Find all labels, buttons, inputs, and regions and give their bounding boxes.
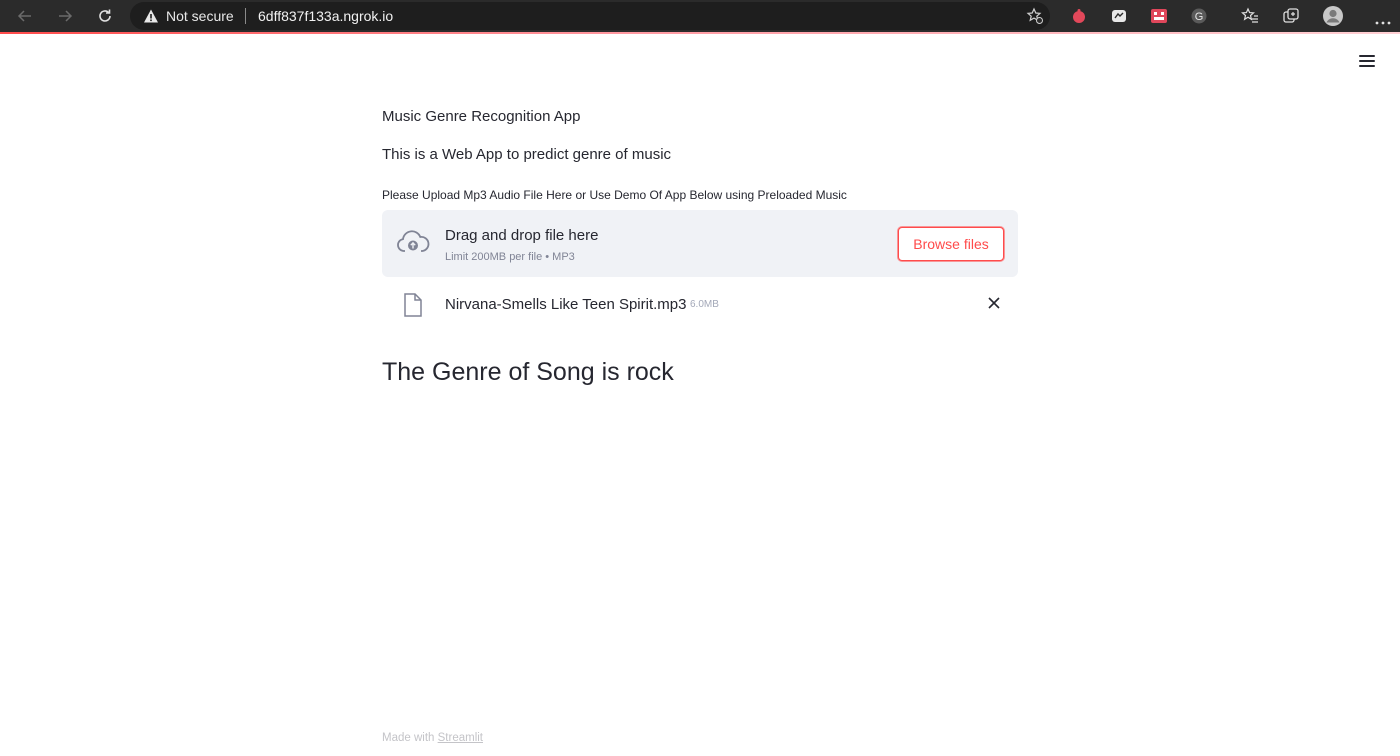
app-description: This is a Web App to predict genre of mu… <box>382 146 672 163</box>
file-dropzone[interactable]: Drag and drop file here Limit 200MB per … <box>382 210 1018 277</box>
svg-text:G: G <box>1195 11 1204 23</box>
uploaded-file-item: Nirvana-Smells Like Teen Spirit.mp3 6.0M… <box>382 290 1018 322</box>
warning-icon[interactable] <box>143 8 159 24</box>
streamlit-link[interactable]: Streamlit <box>438 732 483 744</box>
uploaded-file-size: 6.0MB <box>690 299 719 310</box>
extension-icon[interactable] <box>1110 7 1128 25</box>
uploaded-file-name: Nirvana-Smells Like Teen Spirit.mp3 <box>445 296 687 313</box>
favorites-icon[interactable] <box>1241 7 1259 25</box>
url-text[interactable]: 6dff837f133a.ngrok.io <box>258 8 393 24</box>
dropzone-title: Drag and drop file here <box>445 227 599 244</box>
dropzone-limit-text: Limit 200MB per file • MP3 <box>445 251 575 263</box>
footer-prefix: Made with <box>382 732 435 744</box>
file-icon <box>404 293 422 317</box>
more-menu-icon[interactable] <box>1375 13 1391 25</box>
favorite-add-icon[interactable] <box>1026 7 1044 25</box>
profile-avatar-icon[interactable] <box>1322 5 1344 27</box>
address-bar[interactable]: Not secure 6dff837f133a.ngrok.io <box>130 2 1050 30</box>
extension-icon[interactable] <box>1070 7 1088 25</box>
forward-arrow-icon[interactable] <box>54 5 76 27</box>
extension-icon[interactable] <box>1150 7 1168 25</box>
uploader-label: Please Upload Mp3 Audio File Here or Use… <box>382 188 847 202</box>
footer: Made with Streamlit <box>382 732 483 744</box>
collections-icon[interactable] <box>1282 7 1300 25</box>
address-separator <box>245 8 246 24</box>
extension-icon[interactable]: G <box>1190 7 1208 25</box>
prediction-result-heading: The Genre of Song is rock <box>382 358 674 386</box>
remove-file-close-icon[interactable] <box>986 295 1002 311</box>
page-loading-decoration <box>0 32 1400 34</box>
cloud-upload-icon <box>397 230 430 252</box>
browse-files-button[interactable]: Browse files <box>898 227 1004 261</box>
app-title: Music Genre Recognition App <box>382 108 581 125</box>
security-status-label[interactable]: Not secure <box>166 8 234 24</box>
back-arrow-icon[interactable] <box>14 5 36 27</box>
hamburger-menu-icon[interactable] <box>1357 52 1377 70</box>
reload-icon[interactable] <box>94 5 116 27</box>
browser-toolbar: Not secure 6dff837f133a.ngrok.io G <box>0 0 1400 32</box>
